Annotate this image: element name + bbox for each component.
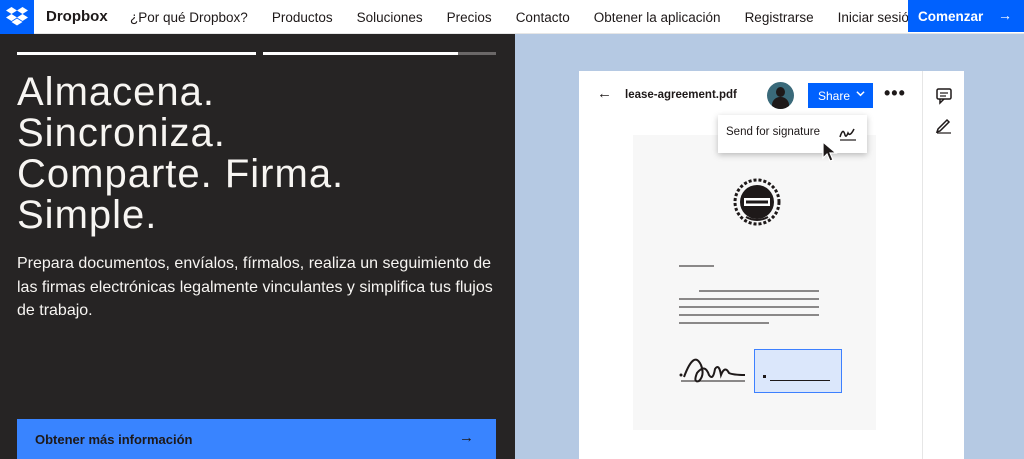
learn-more-button[interactable]: Obtener más información → — [17, 419, 496, 459]
file-name: lease-agreement.pdf — [625, 89, 737, 101]
get-started-button[interactable]: Comenzar → — [908, 0, 1024, 32]
carousel-progress-2[interactable] — [263, 52, 496, 55]
hero-subtitle: Prepara documentos, envíalos, fírmalos, … — [17, 255, 493, 319]
viewer-sidebar — [922, 71, 964, 459]
cursor-icon — [822, 141, 838, 162]
avatar[interactable] — [767, 82, 794, 109]
headline-line-3: Comparte. Firma. — [17, 152, 345, 196]
share-button[interactable]: Share — [808, 83, 873, 108]
learn-more-label: Obtener más información — [35, 431, 193, 447]
top-nav: Dropbox ¿Por qué Dropbox? Productos Solu… — [0, 0, 1024, 34]
arrow-right-icon: → — [459, 429, 474, 446]
dropbox-logo-icon[interactable] — [0, 0, 34, 34]
more-options-icon[interactable]: ••• — [884, 83, 906, 104]
document-viewer: ← lease-agreement.pdf Share ••• Send for… — [579, 71, 964, 459]
hero-panel: Almacena. Sincroniza. Comparte. Firma. S… — [0, 34, 515, 459]
nav-link-solutions[interactable]: Soluciones — [357, 10, 423, 25]
comment-icon[interactable] — [935, 87, 953, 105]
send-for-signature-item[interactable]: Send for signature — [726, 126, 820, 138]
share-label: Share — [818, 88, 851, 103]
nav-link-why-dropbox[interactable]: ¿Por qué Dropbox? — [130, 10, 248, 25]
nav-link-sign-up[interactable]: Registrarse — [745, 10, 814, 25]
headline-line-2: Sincroniza. — [17, 111, 226, 155]
handwritten-signature — [679, 358, 746, 383]
chevron-down-icon — [856, 89, 865, 100]
brand-name[interactable]: Dropbox — [46, 8, 108, 25]
signature-icon — [839, 128, 856, 141]
arrow-right-icon: → — [998, 7, 1012, 23]
nav-link-products[interactable]: Productos — [272, 10, 333, 25]
hero-headline: Almacena. Sincroniza. Comparte. Firma. S… — [17, 72, 344, 236]
nav-link-get-app[interactable]: Obtener la aplicación — [594, 10, 721, 25]
nav-link-log-in[interactable]: Iniciar sesión — [838, 10, 917, 25]
headline-line-1: Almacena. — [17, 70, 215, 114]
nav-link-pricing[interactable]: Precios — [447, 10, 492, 25]
get-started-label: Comenzar — [918, 8, 984, 24]
headline-line-4: Simple. — [17, 193, 158, 237]
carousel-progress-1[interactable] — [17, 52, 256, 55]
pencil-icon[interactable] — [935, 116, 953, 134]
document-page — [633, 135, 876, 430]
nav-links: ¿Por qué Dropbox? Productos Soluciones P… — [118, 0, 928, 34]
document-text-lines — [679, 265, 819, 324]
seal-icon — [733, 178, 781, 226]
viewer-main: ← lease-agreement.pdf Share ••• Send for… — [579, 71, 922, 459]
product-preview-panel: ← lease-agreement.pdf Share ••• Send for… — [515, 34, 1024, 459]
nav-link-contact[interactable]: Contacto — [516, 10, 570, 25]
back-arrow-icon[interactable]: ← — [597, 85, 612, 102]
signature-field[interactable] — [754, 349, 842, 393]
share-dropdown: Send for signature — [718, 115, 867, 153]
